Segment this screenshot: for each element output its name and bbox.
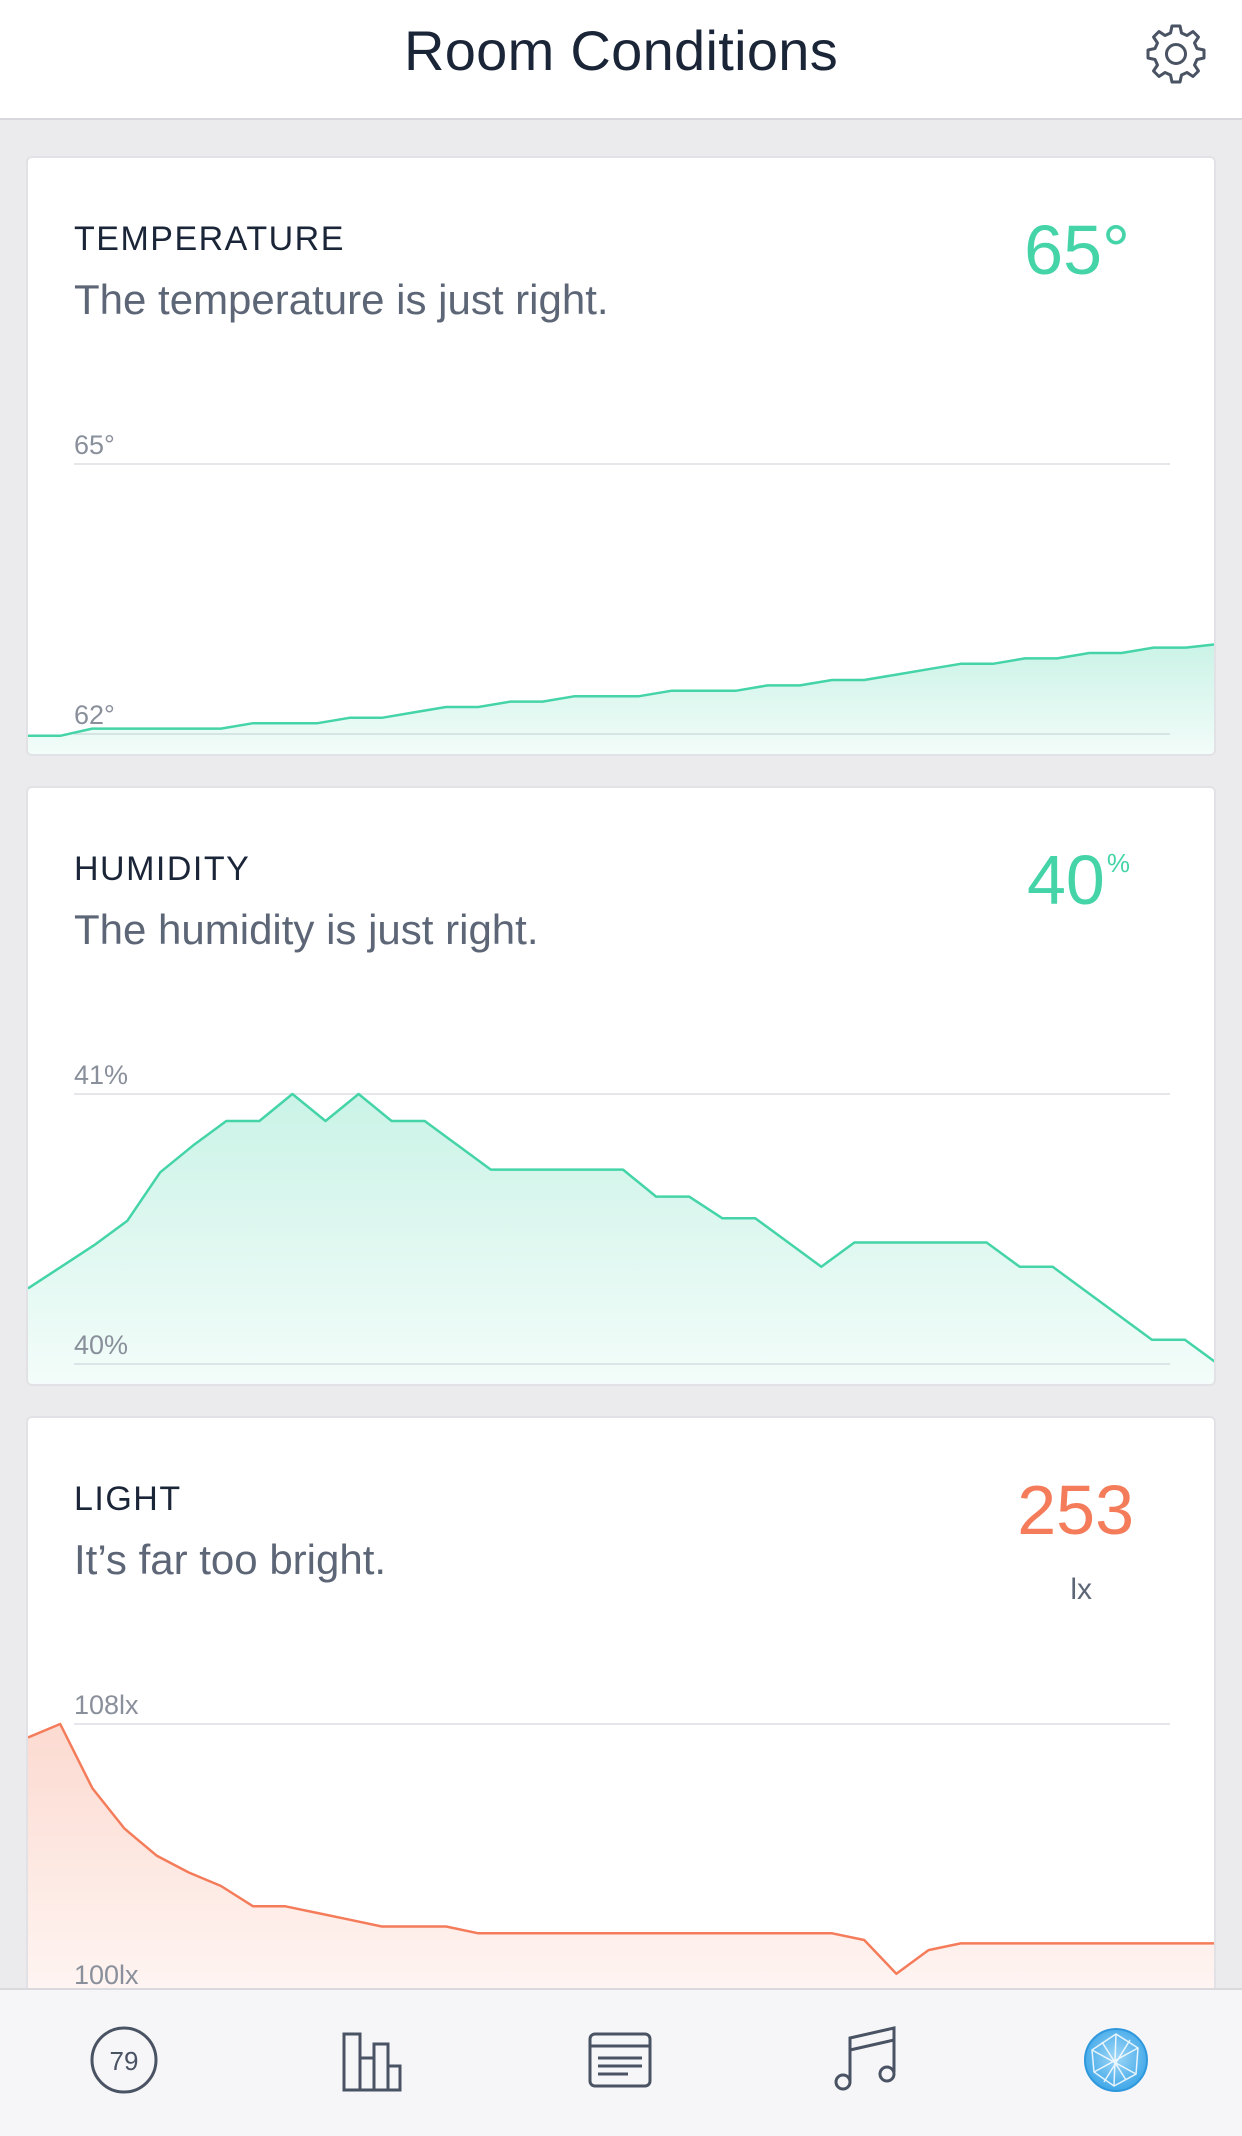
card-label: HUMIDITY	[74, 850, 251, 888]
y-axis-min-label: 62°	[74, 700, 115, 730]
card-list-icon	[588, 2032, 652, 2088]
series-area	[28, 1094, 1214, 1384]
light-card[interactable]: 108lx 100lx LIGHT It’s far too bright. 25…	[26, 1416, 1216, 2056]
value-unit: %	[1106, 848, 1130, 878]
humidity-card[interactable]: 41% 40% HUMIDITY The humidity is just rig…	[26, 786, 1216, 1386]
series-area	[28, 644, 1214, 754]
series-area	[28, 1724, 1214, 2018]
y-axis-max-label: 108lx	[74, 1690, 139, 1720]
tab-bar: 79	[0, 1988, 1242, 2136]
bar-chart-icon	[342, 2032, 402, 2092]
value-unit: lx	[1070, 1573, 1092, 1606]
y-axis-max-label: 41%	[74, 1060, 128, 1090]
score-badge-count: 79	[110, 2046, 139, 2076]
current-value: 40%	[1027, 841, 1130, 919]
tab-history[interactable]	[332, 2020, 412, 2100]
y-axis-min-label: 40%	[74, 1330, 128, 1360]
gear-icon[interactable]	[1144, 22, 1208, 86]
temperature-card[interactable]: 65° 62° TEMPERATURE The temperature is ju…	[26, 156, 1216, 756]
music-note-icon	[834, 2026, 896, 2091]
y-axis-min-label: 100lx	[74, 1960, 139, 1990]
card-label: LIGHT	[74, 1480, 182, 1518]
card-description: The temperature is just right.	[74, 276, 609, 323]
tab-current-conditions[interactable]	[1076, 2020, 1156, 2100]
globe-sense-icon	[1084, 2028, 1148, 2092]
score-badge-icon: 79	[90, 2026, 158, 2094]
current-value: 65°	[1024, 211, 1130, 289]
card-description: The humidity is just right.	[74, 906, 539, 953]
page-title: Room Conditions	[403, 19, 839, 82]
tab-sleep-sounds[interactable]	[826, 2020, 906, 2100]
card-label: TEMPERATURE	[74, 220, 345, 258]
current-value: 253	[1017, 1471, 1134, 1549]
y-axis-max-label: 65°	[74, 430, 115, 460]
navigation-bar: Room Conditions	[0, 0, 1242, 120]
tab-insights[interactable]	[580, 2020, 660, 2100]
tab-score[interactable]: 79	[84, 2020, 164, 2100]
card-description: It’s far too bright.	[74, 1536, 387, 1583]
